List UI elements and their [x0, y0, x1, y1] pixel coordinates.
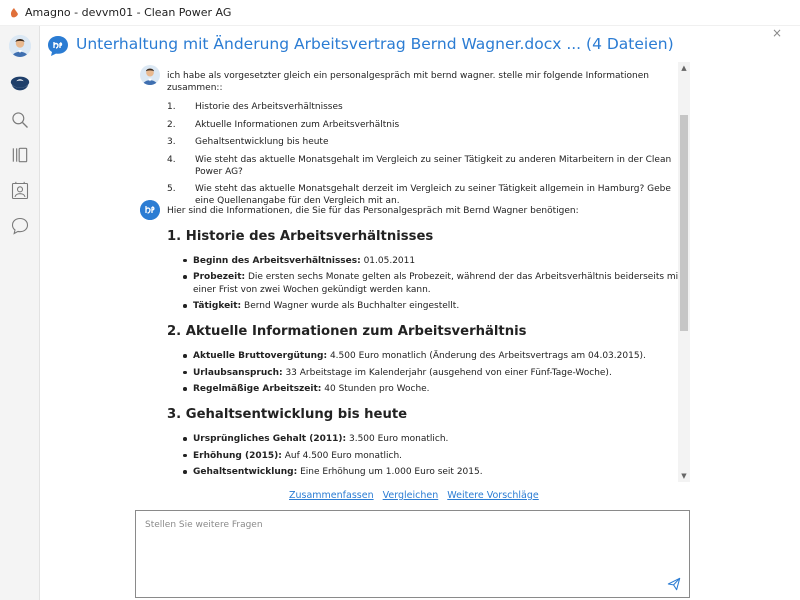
scroll-up-icon[interactable]: ▲	[678, 62, 690, 74]
user-message: ich habe als vorgesetzter gleich ein per…	[167, 70, 687, 213]
app-logo-icon	[10, 7, 18, 17]
sidebar	[0, 26, 40, 600]
list-item: Aktuelle Bruttovergütung: 4.500 Euro mon…	[183, 350, 687, 362]
conversation-header: Unterhaltung mit Änderung Arbeitsvertrag…	[41, 26, 800, 66]
suggestion-compare-link[interactable]: Vergleichen	[383, 490, 439, 501]
list-item: Gehaltsentwicklung bis heute	[167, 136, 329, 148]
question-input[interactable]	[145, 520, 665, 580]
question-input-box	[135, 510, 690, 598]
user-avatar	[140, 65, 160, 85]
scrollbar-thumb[interactable]	[680, 115, 688, 331]
window-titlebar: Amagno - devvm01 - Clean Power AG	[0, 0, 800, 26]
user-request-list: Historie des Arbeitsverhältnisses Aktuel…	[167, 101, 687, 207]
suggestion-links: Zusammenfassen Vergleichen Weitere Vorsc…	[289, 490, 545, 501]
bullet-list: Ursprüngliches Gehalt (2011): 3.500 Euro…	[167, 433, 687, 478]
section-heading: 3. Gehaltsentwicklung bis heute	[167, 407, 408, 423]
list-item: Erhöhung (2015): Auf 4.500 Euro monatlic…	[183, 450, 687, 462]
list-item: Gehaltsentwicklung: Eine Erhöhung um 1.0…	[183, 466, 687, 478]
list-item: Probezeit: Die ersten sechs Monate gelte…	[183, 271, 687, 295]
page-title: Unterhaltung mit Änderung Arbeitsvertrag…	[76, 35, 674, 53]
bullet-list: Beginn des Arbeitsverhältnisses: 01.05.2…	[167, 255, 687, 312]
suggestion-more-link[interactable]: Weitere Vorschläge	[447, 490, 538, 501]
chat-icon[interactable]	[8, 214, 32, 238]
chat-transcript: ich habe als vorgesetzter gleich ein per…	[137, 62, 689, 482]
conversation-icon	[48, 36, 68, 56]
home-logo-icon[interactable]	[8, 72, 32, 96]
assistant-message: Hier sind die Informationen, die Sie für…	[167, 205, 687, 482]
assistant-message-intro: Hier sind die Informationen, die Sie für…	[167, 206, 579, 216]
library-icon[interactable]	[8, 143, 32, 167]
close-icon[interactable]: ×	[772, 26, 782, 40]
list-item: Beginn des Arbeitsverhältnisses: 01.05.2…	[183, 255, 687, 267]
section-heading: 2. Aktuelle Informationen zum Arbeitsver…	[167, 324, 527, 340]
window-title: Amagno - devvm01 - Clean Power AG	[25, 6, 232, 19]
chat-scrollbar[interactable]: ▲ ▼	[678, 62, 690, 482]
main-panel: Unterhaltung mit Änderung Arbeitsvertrag…	[41, 26, 800, 600]
list-item: Tätigkeit: Bernd Wagner wurde als Buchha…	[183, 300, 687, 312]
section-heading: 1. Historie des Arbeitsverhältnisses	[167, 229, 434, 245]
search-icon[interactable]	[8, 108, 32, 132]
bullet-list: Aktuelle Bruttovergütung: 4.500 Euro mon…	[167, 350, 687, 395]
assistant-avatar-icon	[140, 200, 160, 220]
list-item: Aktuelle Informationen zum Arbeitsverhäl…	[167, 119, 400, 131]
user-message-intro: ich habe als vorgesetzter gleich ein per…	[167, 71, 649, 94]
list-item: Urlaubsanspruch: 33 Arbeitstage im Kalen…	[183, 367, 687, 379]
send-icon[interactable]	[667, 577, 681, 591]
list-item: Wie steht das aktuelle Monatsgehalt im V…	[167, 154, 672, 177]
avatar[interactable]	[9, 35, 31, 57]
list-item: Wie steht das aktuelle Monatsgehalt derz…	[167, 183, 671, 207]
list-item: Regelmäßige Arbeitszeit: 40 Stunden pro …	[183, 383, 687, 395]
scroll-down-icon[interactable]: ▼	[678, 470, 690, 482]
list-item: Ursprüngliches Gehalt (2011): 3.500 Euro…	[183, 433, 687, 445]
list-item: Historie des Arbeitsverhältnisses	[167, 101, 343, 113]
contact-icon[interactable]	[8, 179, 32, 203]
suggestion-summarize-link[interactable]: Zusammenfassen	[289, 490, 374, 501]
